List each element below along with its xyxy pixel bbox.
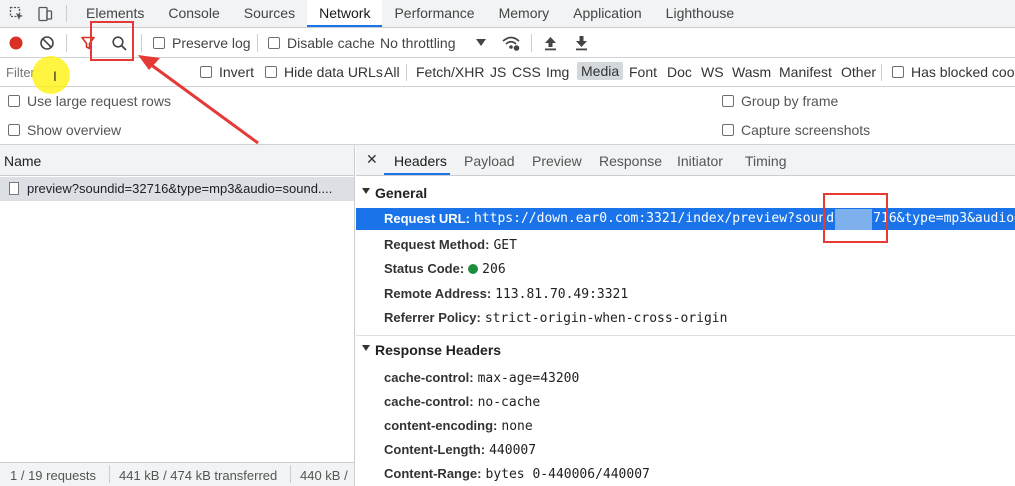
cursor-highlight [32,56,70,94]
text-cursor-icon: I [53,68,57,84]
annotation-arrow [138,55,259,145]
